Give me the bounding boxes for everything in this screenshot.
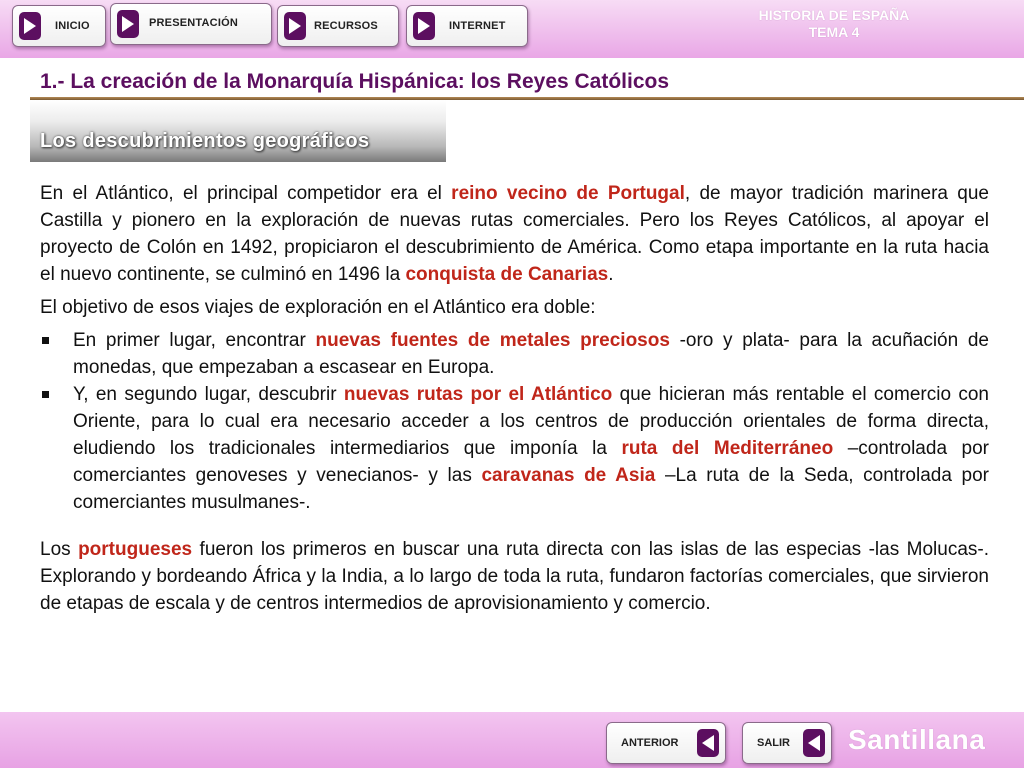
highlight-caravanas-asia: caravanas de Asia — [481, 465, 656, 486]
text-span: En primer lugar, encontrar — [73, 330, 316, 351]
anterior-button[interactable]: ANTERIOR — [606, 722, 726, 764]
section-label: Los descubrimientos geográficos — [30, 100, 446, 162]
course-title-line1: HISTORIA DE ESPAÑA — [758, 7, 910, 23]
paragraph-portugueses: Los portugueses fueron los primeros en b… — [40, 536, 989, 617]
internet-button[interactable]: INTERNET — [406, 5, 528, 47]
anterior-label: ANTERIOR — [621, 737, 679, 749]
list-item: Y, en segundo lugar, descubrir nuevas ru… — [40, 381, 989, 516]
play-icon — [284, 12, 306, 40]
recursos-button[interactable]: RECURSOS — [277, 5, 399, 47]
presentacion-button[interactable]: PRESENTACIÓN — [110, 3, 272, 45]
back-arrow-icon — [697, 729, 719, 757]
inicio-button[interactable]: INICIO — [12, 5, 106, 47]
salir-label: SALIR — [757, 737, 790, 749]
list-item: En primer lugar, encontrar nuevas fuente… — [40, 327, 989, 381]
highlight-ruta-mediterraneo: ruta del Mediterráneo — [621, 438, 834, 459]
paragraph-objetivo: El objetivo de esos viajes de exploració… — [40, 297, 596, 318]
objectives-list: En primer lugar, encontrar nuevas fuente… — [40, 327, 989, 516]
paragraph-atlantico: En el Atlántico, el principal competidor… — [40, 180, 989, 288]
presentacion-label: PRESENTACIÓN — [149, 17, 238, 29]
inicio-label: INICIO — [55, 20, 90, 32]
text-span: Y, en segundo lugar, descubrir — [73, 384, 344, 405]
main-content: En el Atlántico, el principal competidor… — [40, 180, 989, 617]
recursos-label: RECURSOS — [314, 20, 378, 32]
text-span: Los — [40, 539, 79, 560]
square-bullet-icon — [42, 391, 49, 398]
santillana-logo: Santillana — [848, 724, 986, 755]
highlight-portugueses: portugueses — [78, 539, 193, 560]
salir-button[interactable]: SALIR — [742, 722, 832, 764]
course-title: HISTORIA DE ESPAÑA TEMA 4 — [734, 7, 934, 41]
text-span: En el Atlántico, el principal competidor… — [40, 183, 452, 204]
top-navigation-bar: INICIO PRESENTACIÓN RECURSOS INTERNET HI… — [0, 0, 1024, 58]
internet-label: INTERNET — [449, 20, 506, 32]
square-bullet-icon — [42, 337, 49, 344]
page-title: 1.- La creación de la Monarquía Hispánic… — [40, 70, 670, 93]
text-span: . — [608, 264, 614, 285]
highlight-canarias: conquista de Canarias — [405, 264, 609, 285]
play-icon — [19, 12, 41, 40]
course-title-line2: TEMA 4 — [808, 24, 860, 40]
highlight-metales: nuevas fuentes de metales preciosos — [315, 330, 670, 351]
play-icon — [117, 10, 139, 38]
section-label-text: Los descubrimientos geográficos — [40, 130, 370, 152]
highlight-rutas-atlantico: nuevas rutas por el Atlántico — [343, 384, 613, 405]
highlight-portugal: reino vecino de Portugal — [451, 183, 685, 204]
back-arrow-icon — [803, 729, 825, 757]
play-icon — [413, 12, 435, 40]
